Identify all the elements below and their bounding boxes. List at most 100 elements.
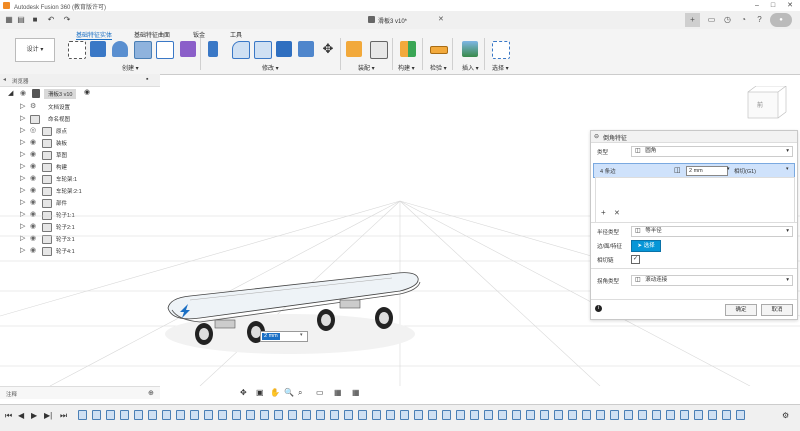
create-form-icon[interactable] (180, 41, 196, 57)
timeline-feature-icon[interactable] (540, 410, 549, 420)
orbit-icon[interactable]: ✥ (240, 388, 247, 397)
browser-options-icon[interactable]: ▪ (146, 76, 148, 83)
joint-icon[interactable] (370, 41, 388, 59)
timeline-feature-icon[interactable] (638, 410, 647, 420)
zoom-icon[interactable]: 🔍 (284, 388, 294, 397)
timeline-feature-icon[interactable] (274, 410, 283, 420)
look-at-icon[interactable]: ▣ (256, 388, 264, 397)
tab-solid[interactable]: 基础特征实体 (76, 30, 113, 40)
timeline-feature-icon[interactable] (610, 410, 619, 420)
insert-image-icon[interactable] (462, 41, 478, 57)
shell-icon[interactable] (276, 41, 292, 57)
canvas-distance-input[interactable]: 2 mm ▾ (260, 331, 308, 342)
timeline-feature-icon[interactable] (470, 410, 479, 420)
fillet-icon[interactable] (232, 41, 250, 59)
play-icon[interactable]: ▶ (31, 411, 37, 420)
timeline-feature-icon[interactable] (554, 410, 563, 420)
file-menu-icon[interactable]: ▤ (16, 15, 26, 25)
add-icon[interactable]: + (601, 208, 606, 217)
timeline-feature-icon[interactable] (736, 410, 745, 420)
create-sketch-icon[interactable] (68, 41, 86, 59)
edge-selection-row[interactable]: 4 条边 ◫ 2 mm ▾ 相切(G1) ▾ (593, 163, 795, 178)
timeline-feature-icon[interactable] (302, 410, 311, 420)
step-forward-icon[interactable]: ▶| (44, 411, 52, 420)
pattern-icon[interactable] (156, 41, 174, 59)
design-workspace-button[interactable]: 设计 ▾ (15, 38, 55, 62)
group-modify[interactable]: 修改 ▾ (262, 63, 279, 72)
add-comment-icon[interactable]: ⊕ (148, 389, 154, 397)
cancel-button[interactable]: 取消 (761, 304, 793, 316)
select-edges-button[interactable]: ➤ 选择 (631, 240, 661, 252)
timeline-feature-icon[interactable] (134, 410, 143, 420)
go-to-start-icon[interactable]: ⏮ (5, 411, 12, 421)
timeline-feature-icon[interactable] (414, 410, 423, 420)
group-inspect[interactable]: 检验 ▾ (430, 63, 447, 72)
press-pull-icon[interactable] (208, 41, 218, 57)
timeline-feature-icon[interactable] (666, 410, 675, 420)
timeline-feature-icon[interactable] (176, 410, 185, 420)
timeline-feature-icon[interactable] (106, 410, 115, 420)
timeline-feature-icon[interactable] (344, 410, 353, 420)
info-icon[interactable]: i (595, 305, 602, 312)
chevron-down-icon[interactable]: ▾ (727, 166, 730, 172)
group-create[interactable]: 创建 ▾ (122, 63, 139, 72)
document-tab[interactable]: 滑板3 v10* ✕ (318, 11, 448, 29)
timeline-feature-icon[interactable] (526, 410, 535, 420)
grid-icon[interactable]: ▦ (334, 388, 342, 397)
timeline-feature-icon[interactable] (582, 410, 591, 420)
timeline-feature-icon[interactable] (568, 410, 577, 420)
extrude-icon[interactable] (90, 41, 106, 57)
new-tab-icon[interactable]: + (685, 13, 700, 27)
maximize-icon[interactable]: □ (768, 1, 778, 10)
new-component-icon[interactable] (346, 41, 362, 57)
radius-input[interactable]: 2 mm (686, 166, 728, 176)
timeline-feature-icon[interactable] (120, 410, 129, 420)
close-icon[interactable]: ✕ (785, 1, 795, 10)
pan-icon[interactable]: ✋ (270, 388, 280, 397)
chevron-down-icon[interactable]: ▾ (786, 166, 789, 172)
select-window-icon[interactable] (492, 41, 510, 59)
timeline-feature-icon[interactable] (218, 410, 227, 420)
close-tab-icon[interactable]: ✕ (438, 15, 444, 23)
chat-icon[interactable]: ▭ (704, 13, 719, 27)
remove-icon[interactable]: ✕ (614, 209, 620, 217)
minimize-icon[interactable]: – (752, 1, 762, 10)
timeline-feature-icon[interactable] (148, 410, 157, 420)
tab-sheetmetal[interactable]: 钣金 (193, 30, 205, 39)
tangent-chain-checkbox[interactable]: ✓ (631, 255, 640, 264)
group-select[interactable]: 选择 ▾ (492, 63, 509, 72)
display-settings-icon[interactable]: ▭ (316, 388, 324, 397)
collapse-dialog-icon[interactable]: ⊖ (594, 133, 599, 140)
timeline-settings-icon[interactable]: ⚙ (782, 411, 789, 420)
timeline-feature-icon[interactable] (694, 410, 703, 420)
timeline-feature-icon[interactable] (512, 410, 521, 420)
viewports-icon[interactable]: ▦ (352, 388, 360, 397)
user-avatar[interactable]: ● (770, 13, 792, 27)
step-back-icon[interactable]: ◀ (18, 411, 24, 420)
notifications-icon[interactable]: ◔ (736, 13, 751, 27)
go-to-end-icon[interactable]: ⏭ (60, 411, 67, 421)
measure-icon[interactable] (430, 46, 448, 54)
timeline-feature-icon[interactable] (652, 410, 661, 420)
ok-button[interactable]: 确定 (725, 304, 757, 316)
help-icon[interactable]: ? (752, 13, 767, 27)
timeline-feature-icon[interactable] (722, 410, 731, 420)
job-status-icon[interactable]: ◷ (720, 13, 735, 27)
timeline-feature-icon[interactable] (428, 410, 437, 420)
timeline-feature-icon[interactable] (596, 410, 605, 420)
timeline-feature-icon[interactable] (400, 410, 409, 420)
timeline-feature-icon[interactable] (680, 410, 689, 420)
timeline-feature-icon[interactable] (204, 410, 213, 420)
group-insert[interactable]: 插入 ▾ (462, 63, 479, 72)
timeline-feature-icon[interactable] (624, 410, 633, 420)
group-construct[interactable]: 构建 ▾ (398, 63, 415, 72)
timeline-feature-icon[interactable] (358, 410, 367, 420)
revolve-icon[interactable] (112, 41, 128, 57)
data-panel-icon[interactable]: ▦ (4, 15, 14, 25)
timeline-feature-icon[interactable] (162, 410, 171, 420)
timeline-feature-icon[interactable] (260, 410, 269, 420)
timeline-feature-icon[interactable] (190, 410, 199, 420)
offset-plane-icon[interactable] (400, 41, 416, 57)
radius-type-select[interactable]: ◫ 等半径 ▾ (631, 226, 793, 237)
view-cube[interactable] (747, 86, 787, 119)
